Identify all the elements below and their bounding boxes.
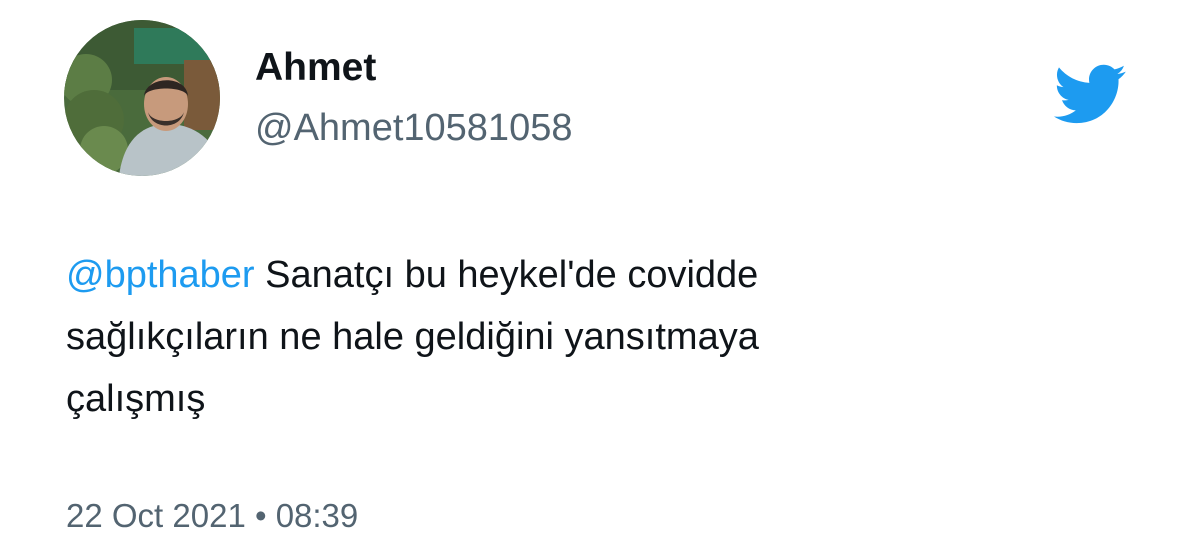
meta-separator: • (245, 497, 276, 534)
tweet-timestamp[interactable]: 22 Oct 2021 • 08:39 (66, 494, 358, 538)
tweet-line-3: çalışmış (66, 378, 206, 420)
mention-link[interactable]: @bpthaber (66, 254, 255, 296)
user-handle[interactable]: @Ahmet10581058 (255, 102, 572, 154)
tweet-time: 08:39 (275, 497, 359, 534)
tweet-line-1-text: Sanatçı bu heykel'de covidde (254, 254, 759, 296)
tweet-card: Ahmet @Ahmet10581058 @bpthaber Sanatçı b… (0, 0, 1200, 539)
display-name[interactable]: Ahmet (255, 42, 376, 94)
tweet-date: 22 Oct 2021 (66, 497, 246, 534)
tweet-text: @bpthaber Sanatçı bu heykel'de covidde s… (66, 244, 1066, 430)
tweet-line-2: sağlıkçıların ne hale geldiğini yansıtma… (66, 316, 759, 358)
avatar-photo (64, 20, 220, 176)
twitter-bird-icon[interactable] (1044, 56, 1134, 132)
tweet-line-1: @bpthaber Sanatçı bu heykel'de covidde (66, 244, 1066, 306)
avatar[interactable] (64, 20, 220, 176)
